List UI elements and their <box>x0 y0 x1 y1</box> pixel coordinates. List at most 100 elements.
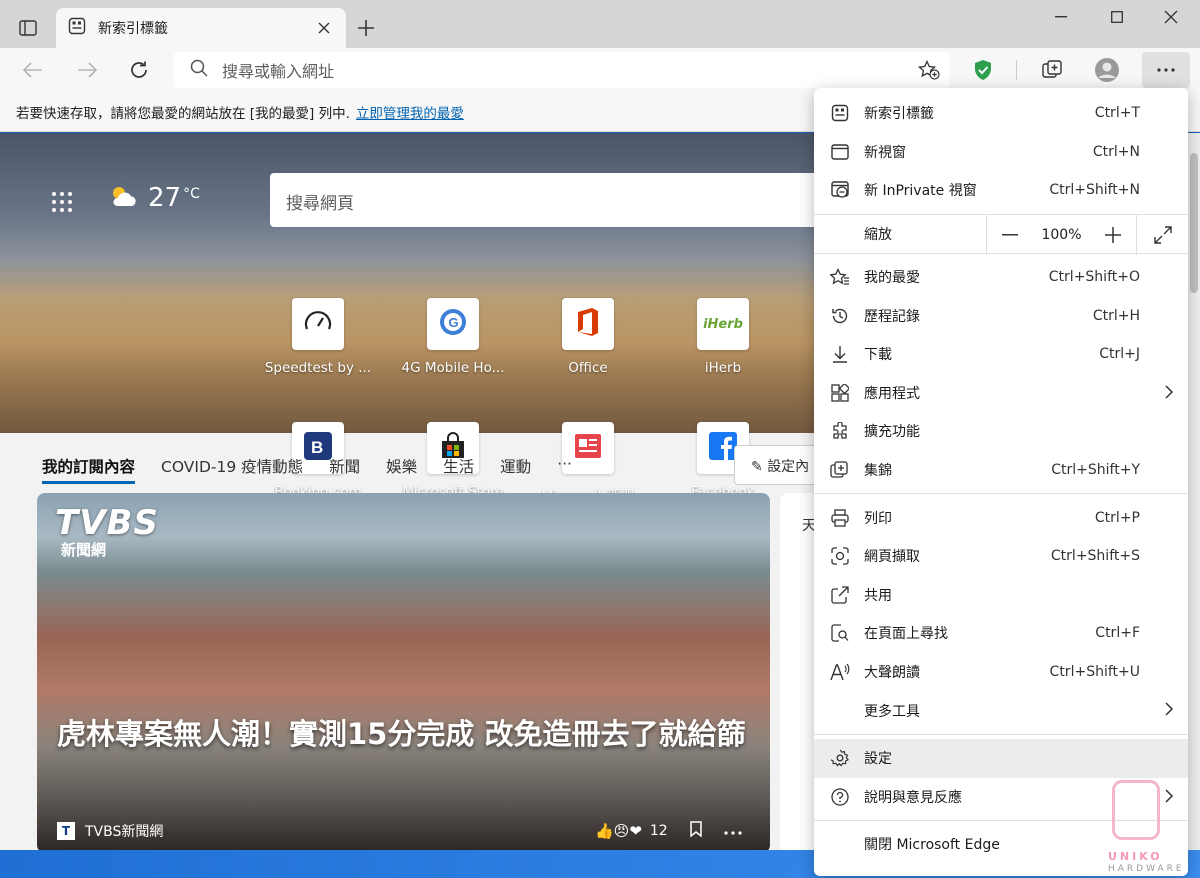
menu-share[interactable]: 共用 <box>814 576 1188 615</box>
web-search-input[interactable]: 搜尋網頁 <box>270 173 830 227</box>
menu-find-on-page[interactable]: 在頁面上尋找 Ctrl+F <box>814 614 1188 653</box>
forward-arrow-icon[interactable] <box>72 56 102 84</box>
partly-sunny-icon <box>108 184 138 212</box>
quick-link-label: iHerb <box>704 360 742 376</box>
quick-link-office[interactable]: Office <box>528 298 648 376</box>
menu-downloads[interactable]: 下載 Ctrl+J <box>814 335 1188 374</box>
help-icon <box>830 787 850 807</box>
quick-link-label: Office <box>568 360 608 376</box>
new-tab-page-icon <box>68 17 86 39</box>
print-icon <box>830 508 850 528</box>
chevron-right-icon <box>1164 701 1174 721</box>
menu-divider <box>814 733 1188 735</box>
menu-shortcut: Ctrl+F <box>1095 625 1140 642</box>
menu-settings[interactable]: 設定 <box>814 738 1188 778</box>
menu-favorites[interactable]: 我的最愛 Ctrl+Shift+O <box>814 258 1188 297</box>
feed-tab-news[interactable]: 新聞 <box>329 455 360 484</box>
back-arrow-icon[interactable] <box>18 56 48 84</box>
menu-history[interactable]: 歷程記錄 Ctrl+H <box>814 296 1188 335</box>
quick-link-iherb[interactable]: iHerb iHerb <box>663 298 783 376</box>
tab-actions-icon[interactable] <box>12 14 44 42</box>
quick-link-4g-mobile[interactable]: G 4G Mobile Ho... <box>393 298 513 376</box>
tab-new-tab[interactable]: 新索引標籤 <box>56 8 346 48</box>
collections-icon <box>830 460 850 480</box>
collections-toolbar-icon[interactable] <box>1038 56 1068 84</box>
new-window-icon <box>830 142 850 162</box>
address-bar[interactable]: 搜尋或輸入網址 <box>174 52 950 88</box>
add-favorite-icon[interactable] <box>917 59 940 84</box>
feed-tab-entertainment[interactable]: 娛樂 <box>386 455 417 484</box>
menu-label: 共用 <box>864 587 892 604</box>
reaction-count: 12 <box>649 823 668 839</box>
download-icon <box>830 344 850 364</box>
menu-print[interactable]: 列印 Ctrl+P <box>814 498 1188 537</box>
personalize-button[interactable]: ✎ 設定內 <box>734 445 824 485</box>
news-reactions[interactable]: 👍😠❤ 12 <box>595 821 742 841</box>
menu-label: 列印 <box>864 510 892 527</box>
settings-and-more-button[interactable] <box>1142 52 1190 88</box>
news-headline[interactable]: 虎林專案無人潮！實測15分完成 改免造冊去了就給篩 <box>57 713 757 755</box>
menu-divider <box>814 493 1188 495</box>
chevron-right-icon <box>1164 384 1174 404</box>
feed-tab-more[interactable]: ··· <box>557 455 572 484</box>
menu-label: 下載 <box>864 347 892 364</box>
feed-tab-covid[interactable]: COVID-19 疫情動態 <box>161 455 303 484</box>
menu-new-inprivate[interactable]: 新 InPrivate 視窗 Ctrl+Shift+N <box>814 171 1188 210</box>
page-scrollbar[interactable] <box>1188 133 1200 850</box>
menu-label: 新 InPrivate 視窗 <box>864 183 977 200</box>
menu-new-window[interactable]: 新視窗 Ctrl+N <box>814 133 1188 172</box>
menu-label: 應用程式 <box>864 385 920 402</box>
close-window-icon[interactable] <box>1144 0 1198 34</box>
quick-link-label: 4G Mobile Ho... <box>401 360 505 376</box>
tab-title: 新索引標籤 <box>98 21 168 37</box>
menu-label: 說明與意見反應 <box>864 789 962 806</box>
menu-label: 歷程記錄 <box>864 308 920 325</box>
manage-favorites-link[interactable]: 立即管理我的最愛 <box>356 106 464 122</box>
menu-label: 大聲朗讀 <box>864 665 920 682</box>
add-tab-icon[interactable] <box>352 14 380 42</box>
menu-read-aloud[interactable]: 大聲朗讀 Ctrl+Shift+U <box>814 653 1188 692</box>
menu-more-tools[interactable]: 更多工具 <box>814 691 1188 730</box>
share-icon <box>830 585 850 605</box>
facebook-icon <box>709 432 737 464</box>
close-tab-icon[interactable] <box>314 18 334 38</box>
more-options-icon[interactable] <box>724 823 742 839</box>
fullscreen-icon[interactable] <box>1136 214 1188 255</box>
news-card[interactable]: TVBS 新聞網 虎林專案無人潮！實測15分完成 改免造冊去了就給篩 T TVB… <box>37 493 770 850</box>
feed-tab-life[interactable]: 生活 <box>443 455 474 484</box>
profile-avatar-icon[interactable] <box>1092 56 1122 84</box>
favorites-icon <box>830 267 850 287</box>
quick-link-speedtest[interactable]: Speedtest by ... <box>258 298 378 376</box>
zoom-in-icon[interactable] <box>1090 215 1136 255</box>
watermark-subtext: HARDWARE <box>1108 864 1185 874</box>
menu-web-capture[interactable]: 網頁擷取 Ctrl+Shift+S <box>814 537 1188 576</box>
minimize-icon[interactable] <box>1034 0 1088 34</box>
settings-and-more-menu: 新索引標籤 Ctrl+T 新視窗 Ctrl+N 新 InPrivate 視窗 C… <box>814 88 1188 876</box>
menu-label: 我的最愛 <box>864 270 920 287</box>
menu-new-tab[interactable]: 新索引標籤 Ctrl+T <box>814 94 1188 133</box>
scrollbar-thumb[interactable] <box>1190 153 1198 293</box>
extensions-icon <box>830 421 850 441</box>
apps-icon <box>830 383 850 403</box>
menu-label: 網頁擷取 <box>864 549 920 566</box>
maximize-icon[interactable] <box>1090 0 1144 34</box>
news-source[interactable]: T TVBS新聞網 <box>57 821 163 841</box>
zoom-value: 100% <box>1041 226 1082 243</box>
feed-tab-sports[interactable]: 運動 <box>500 455 531 484</box>
menu-shortcut: Ctrl+H <box>1092 307 1140 324</box>
zoom-out-icon[interactable] <box>987 215 1033 255</box>
app-launcher-icon[interactable] <box>52 192 72 212</box>
menu-shortcut: Ctrl+J <box>1099 346 1140 363</box>
svg-text:G: G <box>449 315 459 330</box>
menu-collections[interactable]: 集錦 Ctrl+Shift+Y <box>814 451 1188 490</box>
menu-apps[interactable]: 應用程式 <box>814 374 1188 413</box>
menu-label: 新索引標籤 <box>864 106 934 123</box>
bookmark-icon[interactable] <box>689 821 702 841</box>
refresh-icon[interactable] <box>124 56 154 84</box>
shield-icon[interactable] <box>968 56 998 84</box>
menu-extensions[interactable]: 擴充功能 <box>814 412 1188 451</box>
feed-tab-my-feed[interactable]: 我的訂閱內容 <box>42 455 136 484</box>
weather-widget[interactable]: 27 °C <box>108 183 200 213</box>
close-edge-spacer <box>830 834 850 854</box>
title-bar: 新索引標籤 <box>0 0 1200 48</box>
